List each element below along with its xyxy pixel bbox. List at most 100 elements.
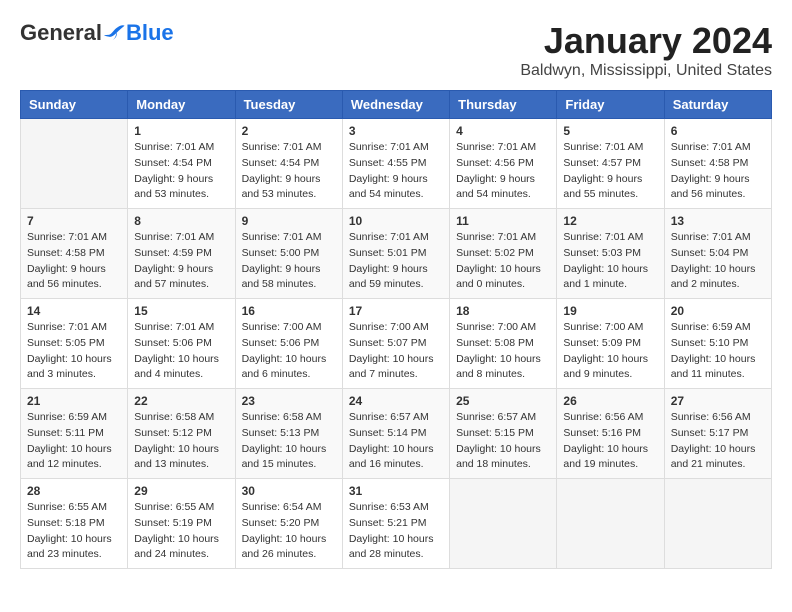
sunset-text: Sunset: 5:08 PM — [456, 337, 534, 349]
sunset-text: Sunset: 4:55 PM — [349, 157, 427, 169]
daylight-text: Daylight: 9 hours and 53 minutes. — [242, 173, 321, 201]
page-title: January 2024 — [520, 20, 772, 62]
table-row: 20 Sunrise: 6:59 AM Sunset: 5:10 PM Dayl… — [664, 299, 771, 389]
sunrise-text: Sunrise: 7:00 AM — [563, 321, 643, 333]
day-info: Sunrise: 6:53 AM Sunset: 5:21 PM Dayligh… — [349, 500, 443, 563]
table-row: 27 Sunrise: 6:56 AM Sunset: 5:17 PM Dayl… — [664, 389, 771, 479]
sunrise-text: Sunrise: 7:01 AM — [349, 141, 429, 153]
day-number: 22 — [134, 394, 228, 408]
day-info: Sunrise: 7:01 AM Sunset: 4:57 PM Dayligh… — [563, 140, 657, 203]
sunrise-text: Sunrise: 6:58 AM — [242, 411, 322, 423]
sunset-text: Sunset: 5:01 PM — [349, 247, 427, 259]
daylight-text: Daylight: 9 hours and 53 minutes. — [134, 173, 213, 201]
day-info: Sunrise: 6:59 AM Sunset: 5:10 PM Dayligh… — [671, 320, 765, 383]
sunset-text: Sunset: 4:57 PM — [563, 157, 641, 169]
day-number: 14 — [27, 304, 121, 318]
daylight-text: Daylight: 9 hours and 57 minutes. — [134, 263, 213, 291]
sunrise-text: Sunrise: 7:01 AM — [563, 231, 643, 243]
day-number: 27 — [671, 394, 765, 408]
day-info: Sunrise: 6:55 AM Sunset: 5:19 PM Dayligh… — [134, 500, 228, 563]
table-row: 21 Sunrise: 6:59 AM Sunset: 5:11 PM Dayl… — [21, 389, 128, 479]
sunrise-text: Sunrise: 7:01 AM — [456, 141, 536, 153]
day-info: Sunrise: 7:01 AM Sunset: 5:05 PM Dayligh… — [27, 320, 121, 383]
day-info: Sunrise: 6:54 AM Sunset: 5:20 PM Dayligh… — [242, 500, 336, 563]
logo-blue-text: Blue — [126, 20, 174, 46]
sunset-text: Sunset: 4:58 PM — [671, 157, 749, 169]
table-row: 16 Sunrise: 7:00 AM Sunset: 5:06 PM Dayl… — [235, 299, 342, 389]
day-info: Sunrise: 7:01 AM Sunset: 5:02 PM Dayligh… — [456, 230, 550, 293]
day-number: 6 — [671, 124, 765, 138]
table-row: 3 Sunrise: 7:01 AM Sunset: 4:55 PM Dayli… — [342, 119, 449, 209]
sunset-text: Sunset: 5:00 PM — [242, 247, 320, 259]
table-row: 4 Sunrise: 7:01 AM Sunset: 4:56 PM Dayli… — [450, 119, 557, 209]
daylight-text: Daylight: 10 hours and 12 minutes. — [27, 443, 112, 471]
table-row — [450, 479, 557, 569]
table-row: 2 Sunrise: 7:01 AM Sunset: 4:54 PM Dayli… — [235, 119, 342, 209]
daylight-text: Daylight: 10 hours and 24 minutes. — [134, 533, 219, 561]
sunset-text: Sunset: 5:17 PM — [671, 427, 749, 439]
day-info: Sunrise: 7:00 AM Sunset: 5:07 PM Dayligh… — [349, 320, 443, 383]
page-subtitle: Baldwyn, Mississippi, United States — [520, 62, 772, 80]
day-number: 26 — [563, 394, 657, 408]
page-header: General Blue January 2024 Baldwyn, Missi… — [20, 20, 772, 80]
sunset-text: Sunset: 5:14 PM — [349, 427, 427, 439]
day-info: Sunrise: 7:01 AM Sunset: 4:58 PM Dayligh… — [27, 230, 121, 293]
day-number: 28 — [27, 484, 121, 498]
day-number: 15 — [134, 304, 228, 318]
day-number: 18 — [456, 304, 550, 318]
day-info: Sunrise: 7:01 AM Sunset: 5:01 PM Dayligh… — [349, 230, 443, 293]
table-row: 13 Sunrise: 7:01 AM Sunset: 5:04 PM Dayl… — [664, 209, 771, 299]
day-number: 31 — [349, 484, 443, 498]
title-block: January 2024 Baldwyn, Mississippi, Unite… — [520, 20, 772, 80]
sunset-text: Sunset: 4:59 PM — [134, 247, 212, 259]
logo-general-text: General — [20, 20, 102, 46]
sunset-text: Sunset: 5:07 PM — [349, 337, 427, 349]
calendar-header-row: Sunday Monday Tuesday Wednesday Thursday… — [21, 91, 772, 119]
day-info: Sunrise: 7:00 AM Sunset: 5:09 PM Dayligh… — [563, 320, 657, 383]
header-wednesday: Wednesday — [342, 91, 449, 119]
day-info: Sunrise: 6:57 AM Sunset: 5:14 PM Dayligh… — [349, 410, 443, 473]
day-info: Sunrise: 7:01 AM Sunset: 4:59 PM Dayligh… — [134, 230, 228, 293]
daylight-text: Daylight: 10 hours and 1 minute. — [563, 263, 648, 291]
daylight-text: Daylight: 10 hours and 19 minutes. — [563, 443, 648, 471]
table-row: 29 Sunrise: 6:55 AM Sunset: 5:19 PM Dayl… — [128, 479, 235, 569]
sunset-text: Sunset: 5:18 PM — [27, 517, 105, 529]
daylight-text: Daylight: 9 hours and 58 minutes. — [242, 263, 321, 291]
table-row: 10 Sunrise: 7:01 AM Sunset: 5:01 PM Dayl… — [342, 209, 449, 299]
table-row: 15 Sunrise: 7:01 AM Sunset: 5:06 PM Dayl… — [128, 299, 235, 389]
day-info: Sunrise: 7:01 AM Sunset: 5:03 PM Dayligh… — [563, 230, 657, 293]
sunrise-text: Sunrise: 7:00 AM — [242, 321, 322, 333]
day-number: 9 — [242, 214, 336, 228]
daylight-text: Daylight: 9 hours and 54 minutes. — [456, 173, 535, 201]
day-number: 19 — [563, 304, 657, 318]
sunrise-text: Sunrise: 6:57 AM — [456, 411, 536, 423]
sunset-text: Sunset: 5:15 PM — [456, 427, 534, 439]
sunset-text: Sunset: 5:20 PM — [242, 517, 320, 529]
day-info: Sunrise: 7:00 AM Sunset: 5:06 PM Dayligh… — [242, 320, 336, 383]
table-row: 1 Sunrise: 7:01 AM Sunset: 4:54 PM Dayli… — [128, 119, 235, 209]
table-row: 9 Sunrise: 7:01 AM Sunset: 5:00 PM Dayli… — [235, 209, 342, 299]
sunset-text: Sunset: 5:03 PM — [563, 247, 641, 259]
daylight-text: Daylight: 9 hours and 55 minutes. — [563, 173, 642, 201]
daylight-text: Daylight: 10 hours and 16 minutes. — [349, 443, 434, 471]
day-number: 25 — [456, 394, 550, 408]
calendar-table: Sunday Monday Tuesday Wednesday Thursday… — [20, 90, 772, 569]
sunset-text: Sunset: 5:13 PM — [242, 427, 320, 439]
daylight-text: Daylight: 10 hours and 13 minutes. — [134, 443, 219, 471]
day-info: Sunrise: 6:56 AM Sunset: 5:17 PM Dayligh… — [671, 410, 765, 473]
calendar-week-row: 7 Sunrise: 7:01 AM Sunset: 4:58 PM Dayli… — [21, 209, 772, 299]
sunset-text: Sunset: 5:16 PM — [563, 427, 641, 439]
sunrise-text: Sunrise: 7:01 AM — [563, 141, 643, 153]
day-info: Sunrise: 7:01 AM Sunset: 4:54 PM Dayligh… — [242, 140, 336, 203]
table-row: 6 Sunrise: 7:01 AM Sunset: 4:58 PM Dayli… — [664, 119, 771, 209]
sunrise-text: Sunrise: 6:56 AM — [563, 411, 643, 423]
day-info: Sunrise: 6:58 AM Sunset: 5:12 PM Dayligh… — [134, 410, 228, 473]
sunset-text: Sunset: 5:06 PM — [134, 337, 212, 349]
day-number: 2 — [242, 124, 336, 138]
day-number: 24 — [349, 394, 443, 408]
day-info: Sunrise: 6:59 AM Sunset: 5:11 PM Dayligh… — [27, 410, 121, 473]
daylight-text: Daylight: 10 hours and 23 minutes. — [27, 533, 112, 561]
sunset-text: Sunset: 5:11 PM — [27, 427, 104, 439]
sunrise-text: Sunrise: 7:01 AM — [27, 321, 107, 333]
sunrise-text: Sunrise: 7:00 AM — [349, 321, 429, 333]
